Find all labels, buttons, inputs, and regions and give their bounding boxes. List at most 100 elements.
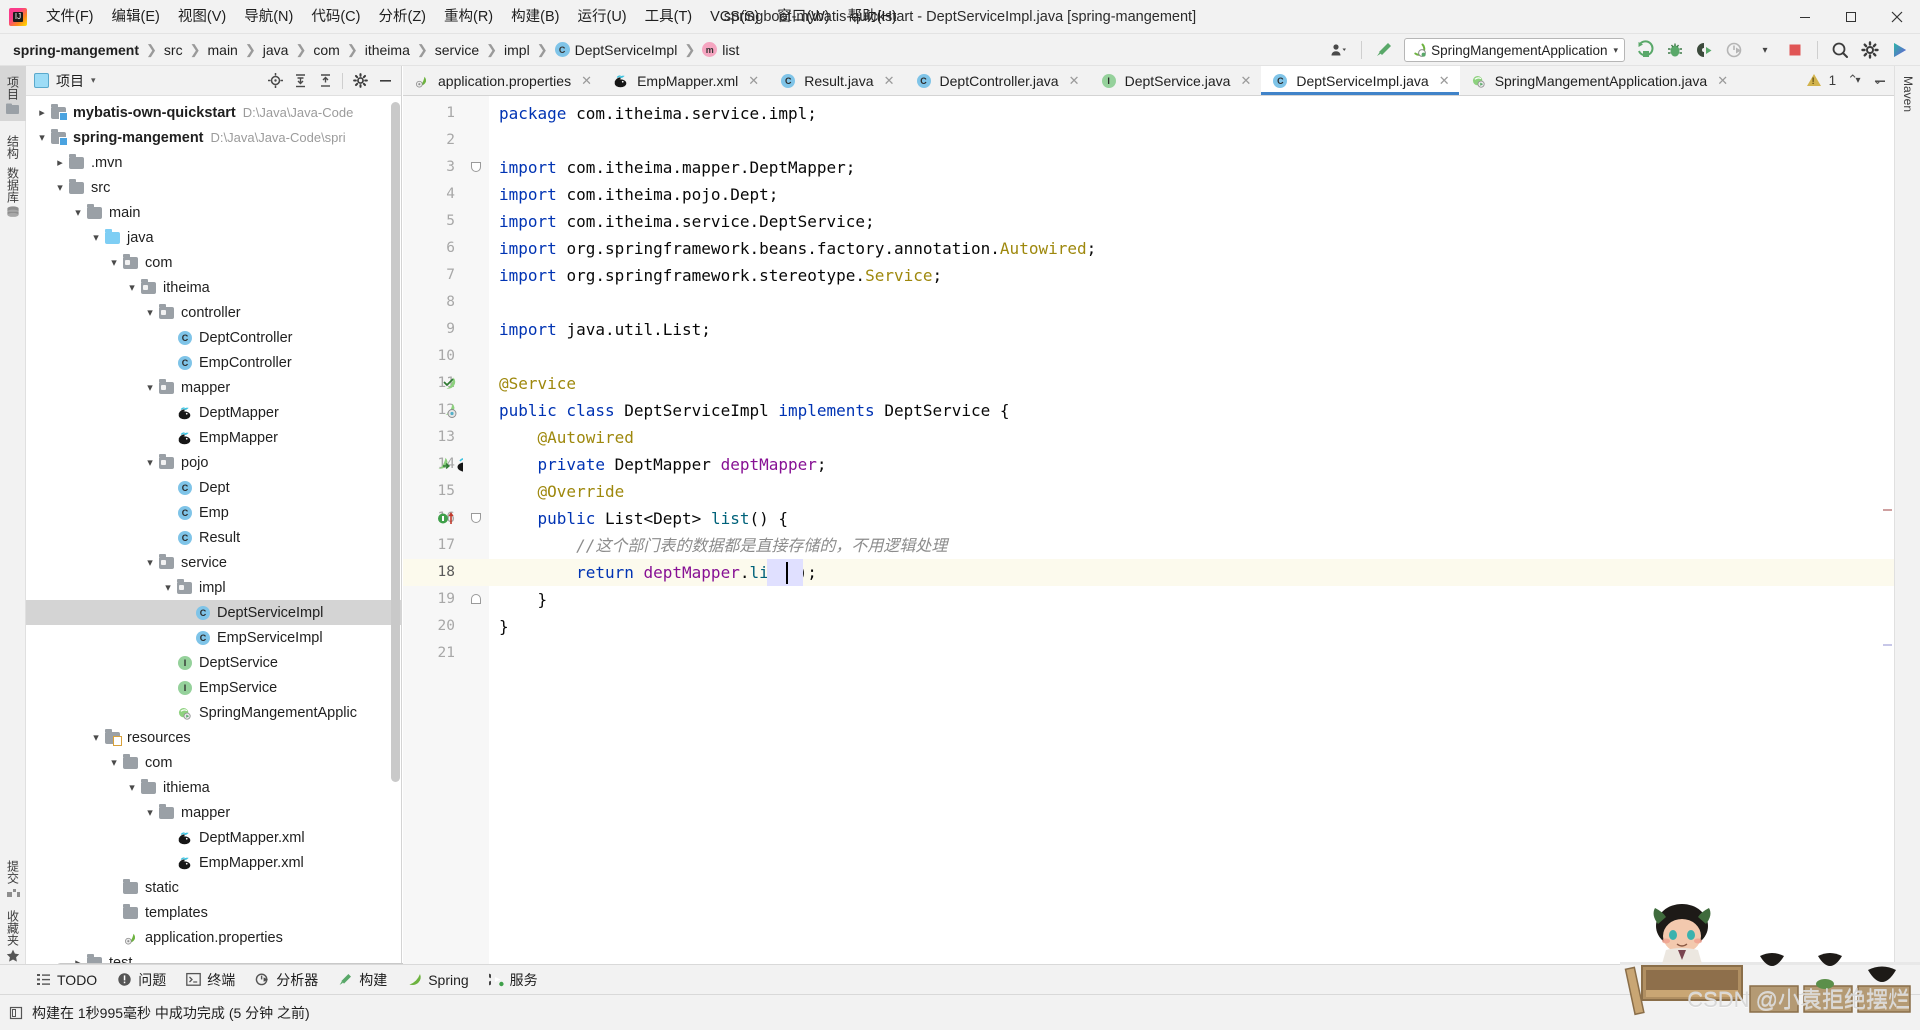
minimize-button[interactable] xyxy=(1782,0,1828,34)
code-line[interactable]: @Service xyxy=(499,370,576,397)
code-fold-marker[interactable] xyxy=(471,513,481,523)
tree-node-res-ithiema[interactable]: ▾ ithiema xyxy=(26,775,401,800)
close-button[interactable] xyxy=(1874,0,1920,34)
stripe-commit[interactable]: 提交 xyxy=(0,854,26,904)
code-line[interactable]: import org.springframework.beans.factory… xyxy=(499,235,1096,262)
tree-node-java[interactable]: ▾ java xyxy=(26,225,401,250)
tree-node-src[interactable]: ▾ src xyxy=(26,175,401,200)
run-icon[interactable] xyxy=(1631,37,1659,63)
tree-node-deptmapper-xml[interactable]: DeptMapper.xml xyxy=(26,825,401,850)
code-line[interactable]: import com.itheima.mapper.DeptMapper; xyxy=(499,154,855,181)
tree-node-springmangementapplication[interactable]: SpringMangementApplic xyxy=(26,700,401,725)
stripe-project[interactable]: 项目 xyxy=(0,66,26,121)
tree-node-controller[interactable]: ▾ controller xyxy=(26,300,401,325)
menu-build[interactable]: 构建(B) xyxy=(502,5,568,29)
chevron-down-icon[interactable]: ▾ xyxy=(124,280,140,296)
chevron-down-icon[interactable]: ▾ xyxy=(1613,45,1618,56)
chevron-down-icon[interactable]: ▾ xyxy=(88,730,104,746)
tree-node-mybatis-own-quickstart[interactable]: ▸ mybatis-own-quickstart D:\Java\Java-Code xyxy=(26,100,401,125)
profiler-icon[interactable] xyxy=(1721,37,1749,63)
project-tree[interactable]: ▸ mybatis-own-quickstart D:\Java\Java-Code… xyxy=(26,96,401,974)
tab-application-properties[interactable]: application.properties ✕ xyxy=(403,66,602,95)
bottom-tool-profiler[interactable]: 分析器 xyxy=(245,967,328,993)
run-configuration-selector[interactable]: SpringMangementApplication ▾ xyxy=(1404,38,1625,62)
error-stripe-mark-2[interactable] xyxy=(1883,644,1892,646)
breadcrumb-itheima[interactable]: itheima xyxy=(362,40,413,60)
menu-tools[interactable]: 工具(T) xyxy=(636,5,702,29)
profiler-dropdown-icon[interactable]: ▾ xyxy=(1751,37,1779,63)
menu-window[interactable]: 窗口(W) xyxy=(768,5,838,29)
breadcrumb-com[interactable]: com xyxy=(310,40,342,60)
code-fold-marker[interactable] xyxy=(471,162,481,172)
maximize-button[interactable] xyxy=(1828,0,1874,34)
code-line[interactable]: } xyxy=(499,586,548,613)
code-line[interactable]: @Override xyxy=(499,478,625,505)
chevron-down-icon[interactable]: ▾ xyxy=(106,755,122,771)
bottom-tool-todo[interactable]: TODO xyxy=(26,969,107,991)
stripe-favorites[interactable]: 收藏夹 xyxy=(0,904,26,968)
tree-node-service[interactable]: ▾ service xyxy=(26,550,401,575)
panel-settings-gear-icon[interactable] xyxy=(348,69,372,93)
bottom-tool-problems[interactable]: 问题 xyxy=(107,967,176,993)
chevron-down-icon[interactable]: ▾ xyxy=(142,305,158,321)
bottom-tool-spring[interactable]: Spring xyxy=(397,969,478,991)
updates-icon[interactable] xyxy=(1886,37,1914,63)
bottom-tool-build[interactable]: 构建 xyxy=(328,967,397,993)
menu-analyze[interactable]: 分析(Z) xyxy=(369,5,435,29)
spring-bean-class-icon[interactable] xyxy=(441,402,458,419)
menu-vcs[interactable]: VCS(S) xyxy=(701,5,768,29)
tree-node-empserviceimpl[interactable]: C EmpServiceImpl xyxy=(26,625,401,650)
code-line[interactable]: package com.itheima.service.impl; xyxy=(499,100,817,127)
tree-node-itheima[interactable]: ▾ itheima xyxy=(26,275,401,300)
close-icon[interactable]: ✕ xyxy=(1239,73,1252,89)
code-line[interactable]: //这个部门表的数据都是直接存储的，不用逻辑处理 xyxy=(499,532,947,559)
menu-view[interactable]: 视图(V) xyxy=(169,5,235,29)
tab-deptserviceimpl-java[interactable]: C DeptServiceImpl.java ✕ xyxy=(1261,66,1460,95)
stripe-maven[interactable]: Maven xyxy=(1895,66,1920,118)
chevron-right-icon[interactable]: ▸ xyxy=(34,105,50,121)
menu-help[interactable]: 帮助(H) xyxy=(839,5,906,29)
tree-node-result[interactable]: C Result xyxy=(26,525,401,550)
breadcrumb-main[interactable]: main xyxy=(205,40,241,60)
build-hammer-icon[interactable] xyxy=(1370,37,1398,63)
tree-node-resources[interactable]: ▾ resources xyxy=(26,725,401,750)
error-stripe-mark-1[interactable] xyxy=(1883,509,1892,511)
tree-node-res-com[interactable]: ▾ com xyxy=(26,750,401,775)
close-icon[interactable]: ✕ xyxy=(1438,73,1451,89)
settings-gear-icon[interactable] xyxy=(1856,37,1884,63)
prev-problem-icon[interactable]: ⌃ xyxy=(1844,72,1861,88)
tree-node-mapper[interactable]: ▾ mapper xyxy=(26,375,401,400)
breadcrumb-method[interactable]: m list xyxy=(699,40,742,60)
tree-node-spring-mangement[interactable]: ▾ spring-mangement D:\Java\Java-Code\spri xyxy=(26,125,401,150)
breadcrumb-java[interactable]: java xyxy=(260,40,292,60)
chevron-down-icon[interactable]: ▾ xyxy=(52,180,68,196)
editor-code-pane[interactable]: package com.itheima.service.impl; import … xyxy=(489,96,1894,974)
code-line[interactable]: @Autowired xyxy=(499,424,634,451)
code-line[interactable]: } xyxy=(499,613,509,640)
editor-inspection-widget[interactable]: 1 ⌃ ⌄ xyxy=(1806,72,1886,88)
code-line[interactable]: private DeptMapper deptMapper; xyxy=(499,451,827,478)
tree-node-empservice[interactable]: I EmpService xyxy=(26,675,401,700)
chevron-down-icon[interactable]: ▾ xyxy=(142,805,158,821)
code-fold-marker[interactable] xyxy=(471,594,481,604)
chevron-down-icon[interactable]: ▾ xyxy=(34,130,50,146)
tab-empmapper-xml[interactable]: EmpMapper.xml ✕ xyxy=(602,66,769,95)
tree-node-static[interactable]: static xyxy=(26,875,401,900)
tree-node-pojo[interactable]: ▾ pojo xyxy=(26,450,401,475)
chevron-down-icon[interactable]: ▾ xyxy=(91,75,96,86)
next-problem-icon[interactable]: ⌄ xyxy=(1869,72,1886,88)
tab-deptcontroller-java[interactable]: C DeptController.java ✕ xyxy=(905,66,1090,95)
tree-node-com[interactable]: ▾ com xyxy=(26,250,401,275)
tree-node-deptserviceimpl[interactable]: C DeptServiceImpl xyxy=(26,600,401,625)
code-line[interactable]: import com.itheima.service.DeptService; xyxy=(499,208,875,235)
stripe-database[interactable]: 数据库 xyxy=(0,165,26,225)
spring-autowired-icon[interactable] xyxy=(435,456,452,473)
breadcrumb-impl[interactable]: impl xyxy=(501,40,533,60)
menu-code[interactable]: 代码(C) xyxy=(302,5,369,29)
tree-node-empmapper-xml[interactable]: EmpMapper.xml xyxy=(26,850,401,875)
breadcrumb-project[interactable]: spring-mangement xyxy=(10,40,142,60)
chevron-down-icon[interactable]: ▾ xyxy=(88,230,104,246)
stripe-structure[interactable]: 结构 xyxy=(0,121,26,165)
tree-node-templates[interactable]: templates xyxy=(26,900,401,925)
debug-icon[interactable] xyxy=(1661,37,1689,63)
